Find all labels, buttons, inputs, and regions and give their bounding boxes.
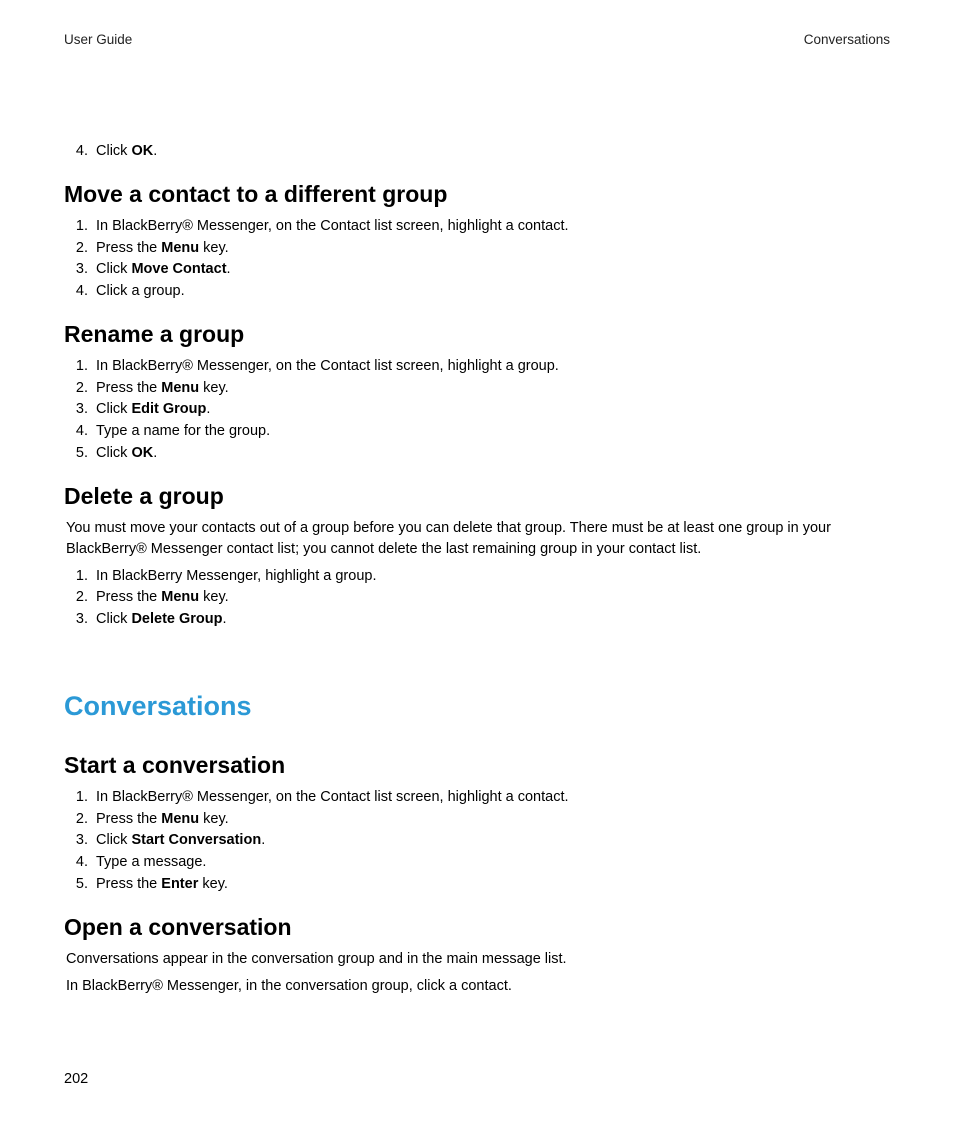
step-item: 2. Press the Menu key. — [68, 809, 890, 831]
page-header: User Guide Conversations — [64, 32, 890, 47]
step-number: 3. — [68, 830, 88, 852]
step-text: In BlackBerry® Messenger, on the Contact… — [96, 358, 559, 374]
rename-steps-list: 1. In BlackBerry® Messenger, on the Conta… — [68, 356, 890, 465]
step-text-post: key. — [199, 811, 229, 827]
step-text-bold: Delete Group — [131, 611, 222, 627]
step-item: 3. Click Edit Group. — [68, 399, 890, 421]
step-text-bold: Start Conversation — [131, 832, 261, 848]
step-text-post: . — [261, 832, 265, 848]
step-number: 1. — [68, 566, 88, 588]
step-text: In BlackBerry® Messenger, on the Contact… — [96, 218, 569, 234]
section-heading-rename: Rename a group — [64, 321, 890, 348]
step-item: 1. In BlackBerry® Messenger, on the Conta… — [68, 356, 890, 378]
section-heading-start: Start a conversation — [64, 752, 890, 779]
step-text-bold: Menu — [161, 380, 199, 396]
open-paragraph-2: In BlackBerry® Messenger, in the convers… — [66, 976, 890, 997]
header-right: Conversations — [804, 32, 890, 47]
step-text-post: key. — [199, 240, 229, 256]
step-number: 3. — [68, 609, 88, 631]
step-text-post: key. — [199, 589, 229, 605]
step-text-pre: Click — [96, 143, 131, 159]
step-number: 4. — [68, 852, 88, 874]
step-text-pre: Press the — [96, 811, 161, 827]
continued-steps-list: 4. Click OK. — [68, 141, 890, 163]
step-number: 1. — [68, 356, 88, 378]
step-text-post: key. — [199, 380, 229, 396]
step-text: In BlackBerry® Messenger, on the Contact… — [96, 789, 569, 805]
delete-steps-list: 1. In BlackBerry Messenger, highlight a g… — [68, 566, 890, 631]
step-item: 1. In BlackBerry Messenger, highlight a g… — [68, 566, 890, 588]
step-item: 5. Press the Enter key. — [68, 874, 890, 896]
step-number: 2. — [68, 809, 88, 831]
step-item: 3. Click Delete Group. — [68, 609, 890, 631]
page-number: 202 — [64, 1071, 88, 1087]
step-number: 2. — [68, 378, 88, 400]
step-number: 2. — [68, 238, 88, 260]
step-number: 5. — [68, 874, 88, 896]
step-text-pre: Click — [96, 832, 131, 848]
step-text-post: . — [206, 401, 210, 417]
step-number: 1. — [68, 787, 88, 809]
step-text-bold: Menu — [161, 240, 199, 256]
step-text-pre: Press the — [96, 876, 161, 892]
step-item: 3. Click Start Conversation. — [68, 830, 890, 852]
step-text-pre: Click — [96, 445, 131, 461]
step-item: 5. Click OK. — [68, 443, 890, 465]
step-item: 2. Press the Menu key. — [68, 238, 890, 260]
step-number: 3. — [68, 399, 88, 421]
step-item: 3. Click Move Contact. — [68, 259, 890, 281]
step-item: 4. Type a name for the group. — [68, 421, 890, 443]
open-paragraph-1: Conversations appear in the conversation… — [66, 949, 890, 970]
step-item: 2. Press the Menu key. — [68, 587, 890, 609]
step-number: 4. — [68, 421, 88, 443]
step-item: 1. In BlackBerry® Messenger, on the Conta… — [68, 787, 890, 809]
step-number: 3. — [68, 259, 88, 281]
step-text-bold: Edit Group — [131, 401, 206, 417]
move-steps-list: 1. In BlackBerry® Messenger, on the Conta… — [68, 216, 890, 303]
section-heading-delete: Delete a group — [64, 483, 890, 510]
step-text: Click a group. — [96, 283, 185, 299]
step-item: 2. Press the Menu key. — [68, 378, 890, 400]
step-number: 4. — [68, 281, 88, 303]
step-text-bold: OK — [131, 143, 153, 159]
step-text-bold: Menu — [161, 811, 199, 827]
step-text-post: . — [227, 261, 231, 277]
step-number: 5. — [68, 443, 88, 465]
step-text-pre: Press the — [96, 589, 161, 605]
step-text-pre: Click — [96, 261, 131, 277]
step-text: Type a message. — [96, 854, 206, 870]
step-text-post: . — [223, 611, 227, 627]
step-text-bold: Menu — [161, 589, 199, 605]
step-text-post: . — [153, 445, 157, 461]
step-text: In BlackBerry Messenger, highlight a gro… — [96, 568, 376, 584]
step-number: 4. — [68, 141, 88, 163]
step-text-bold: Move Contact — [131, 261, 226, 277]
start-steps-list: 1. In BlackBerry® Messenger, on the Conta… — [68, 787, 890, 896]
step-item: 4. Type a message. — [68, 852, 890, 874]
step-text-post: . — [153, 143, 157, 159]
step-number: 1. — [68, 216, 88, 238]
step-number: 2. — [68, 587, 88, 609]
step-text-pre: Press the — [96, 240, 161, 256]
step-text-post: key. — [198, 876, 228, 892]
step-text-bold: OK — [131, 445, 153, 461]
step-item: 1. In BlackBerry® Messenger, on the Conta… — [68, 216, 890, 238]
chapter-heading-conversations: Conversations — [64, 691, 890, 722]
step-text-pre: Click — [96, 611, 131, 627]
step-item: 4. Click a group. — [68, 281, 890, 303]
delete-intro-paragraph: You must move your contacts out of a gro… — [66, 518, 890, 560]
section-heading-move: Move a contact to a different group — [64, 181, 890, 208]
step-text-pre: Click — [96, 401, 131, 417]
step-text-pre: Press the — [96, 380, 161, 396]
header-left: User Guide — [64, 32, 132, 47]
step-text-bold: Enter — [161, 876, 198, 892]
step-item: 4. Click OK. — [68, 141, 890, 163]
document-page: User Guide Conversations 4. Click OK. Mo… — [0, 0, 954, 1145]
step-text: Type a name for the group. — [96, 423, 270, 439]
section-heading-open: Open a conversation — [64, 914, 890, 941]
